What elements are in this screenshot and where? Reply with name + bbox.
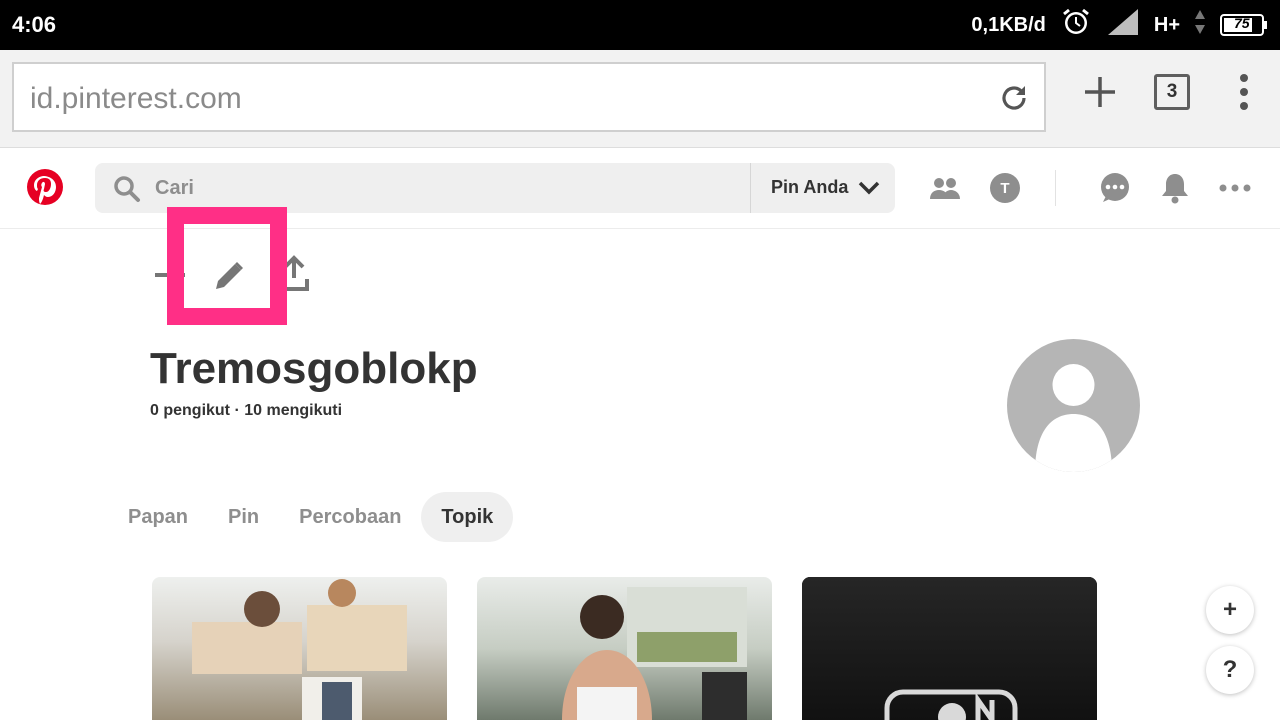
search-input[interactable]: Cari xyxy=(155,177,194,200)
tab-topik[interactable]: Topik xyxy=(421,492,514,542)
your-pins-label: Pin Anda xyxy=(771,177,849,197)
search-bar[interactable]: Cari Pin Anda xyxy=(95,163,895,213)
reload-icon[interactable] xyxy=(998,82,1030,114)
address-bar[interactable]: id.pinterest.com xyxy=(12,62,1046,132)
plus-icon xyxy=(1085,77,1115,107)
topic-card-travel[interactable] xyxy=(152,577,447,720)
profile-tabs: Papan Pin Percobaan Topik xyxy=(108,492,514,542)
tab-switcher-button[interactable]: 3 xyxy=(1150,70,1194,114)
messages-button[interactable] xyxy=(1097,170,1133,206)
chevron-down-icon xyxy=(859,181,880,194)
chat-icon xyxy=(1101,173,1129,202)
data-arrows-icon xyxy=(1194,8,1206,42)
bell-icon xyxy=(1162,174,1188,204)
status-bar: 4:06 0,1KB/d H+ 75 xyxy=(0,0,1280,50)
battery-icon: 75 xyxy=(1220,14,1268,36)
network-type: H+ xyxy=(1153,13,1180,36)
add-floating-button[interactable]: + xyxy=(1206,586,1254,634)
profile-stats[interactable]: 0 pengikut · 10 mengikuti xyxy=(150,402,342,420)
profile-avatar-button[interactable]: T xyxy=(987,170,1023,206)
topic-card-dark[interactable] xyxy=(802,577,1097,720)
pinterest-logo-icon[interactable] xyxy=(26,168,64,206)
browser-toolbar: id.pinterest.com 3 xyxy=(0,50,1280,148)
more-icon xyxy=(1219,184,1251,192)
search-icon xyxy=(113,175,141,203)
header-divider xyxy=(1055,170,1056,206)
avatar: T xyxy=(990,173,1020,203)
edit-highlight-box xyxy=(167,207,287,325)
url-text: id.pinterest.com xyxy=(30,82,242,115)
more-button[interactable] xyxy=(1217,170,1253,206)
tab-percobaan[interactable]: Percobaan xyxy=(279,492,421,542)
people-icon xyxy=(930,178,960,199)
alarm-icon xyxy=(1060,6,1092,44)
battery-level: 75 xyxy=(1234,15,1250,31)
help-floating-button[interactable]: ? xyxy=(1206,646,1254,694)
overflow-menu-icon xyxy=(1240,74,1248,110)
status-icons: 0,1KB/d H+ 75 xyxy=(971,8,1268,42)
signal-icon xyxy=(1106,7,1140,43)
tab-papan[interactable]: Papan xyxy=(108,492,208,542)
network-speed: 0,1KB/d xyxy=(971,13,1046,36)
tab-pin[interactable]: Pin xyxy=(208,492,279,542)
new-tab-button[interactable] xyxy=(1078,70,1122,114)
profile-name: Tremosgoblokp xyxy=(150,344,478,393)
profile-avatar[interactable] xyxy=(1007,339,1140,472)
topic-card-fitness[interactable] xyxy=(477,577,772,720)
notifications-button[interactable] xyxy=(1157,170,1193,206)
status-time: 4:06 xyxy=(12,12,57,37)
tab-count: 3 xyxy=(1154,74,1190,110)
search-divider xyxy=(750,163,751,213)
following-button[interactable] xyxy=(927,170,963,206)
overflow-menu-button[interactable] xyxy=(1222,70,1266,114)
your-pins-dropdown[interactable]: Pin Anda xyxy=(771,177,880,198)
